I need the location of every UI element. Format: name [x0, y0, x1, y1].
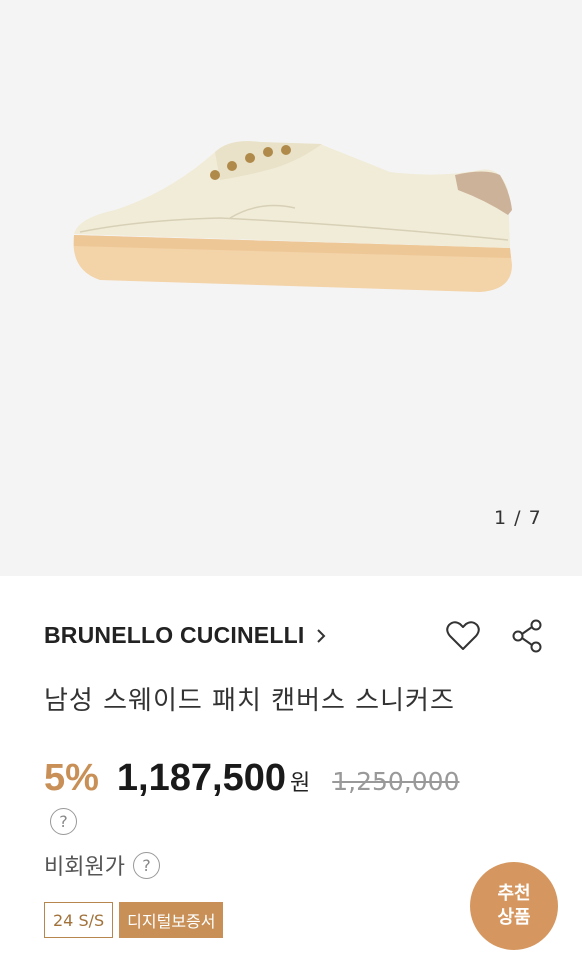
season-badge: 24 S/S [44, 902, 114, 938]
heart-icon[interactable] [444, 618, 482, 654]
brand-link[interactable]: BRUNELLO CUCINELLI [44, 622, 328, 649]
recommended-label-line1: 추천 [497, 883, 531, 904]
member-price-row: 비회원가 ? [44, 849, 160, 881]
currency-unit: 원 [289, 771, 311, 796]
image-counter: 1 / 7 [494, 507, 542, 529]
shoe-product-image [73, 141, 512, 292]
share-icon[interactable] [510, 618, 544, 654]
digital-warranty-badge: 디지털보증서 [119, 902, 224, 938]
member-price-help-icon[interactable]: ? [132, 851, 160, 879]
original-price: 1,250,000 [332, 767, 460, 796]
product-image-gallery[interactable]: 1 / 7 [0, 0, 582, 576]
sale-price: 1,187,500 [116, 757, 286, 799]
discount-rate: 5% [44, 757, 99, 799]
brand-name: BRUNELLO CUCINELLI [44, 622, 305, 648]
recommended-label-line2: 상품 [497, 907, 531, 928]
member-price-label: 비회원가 [44, 855, 125, 880]
chevron-right-icon [317, 628, 326, 643]
brand-row: BRUNELLO CUCINELLI [44, 618, 554, 658]
recommended-products-button[interactable]: 추천 상품 [470, 862, 558, 950]
badge-row: 24 S/S 디지털보증서 [44, 902, 224, 938]
price-help-icon[interactable]: ? [50, 808, 77, 835]
product-title: 남성 스웨이드 패치 캔버스 스니커즈 [44, 686, 455, 716]
price-row: 5% 1,187,500 원 1,250,000 [44, 757, 459, 803]
